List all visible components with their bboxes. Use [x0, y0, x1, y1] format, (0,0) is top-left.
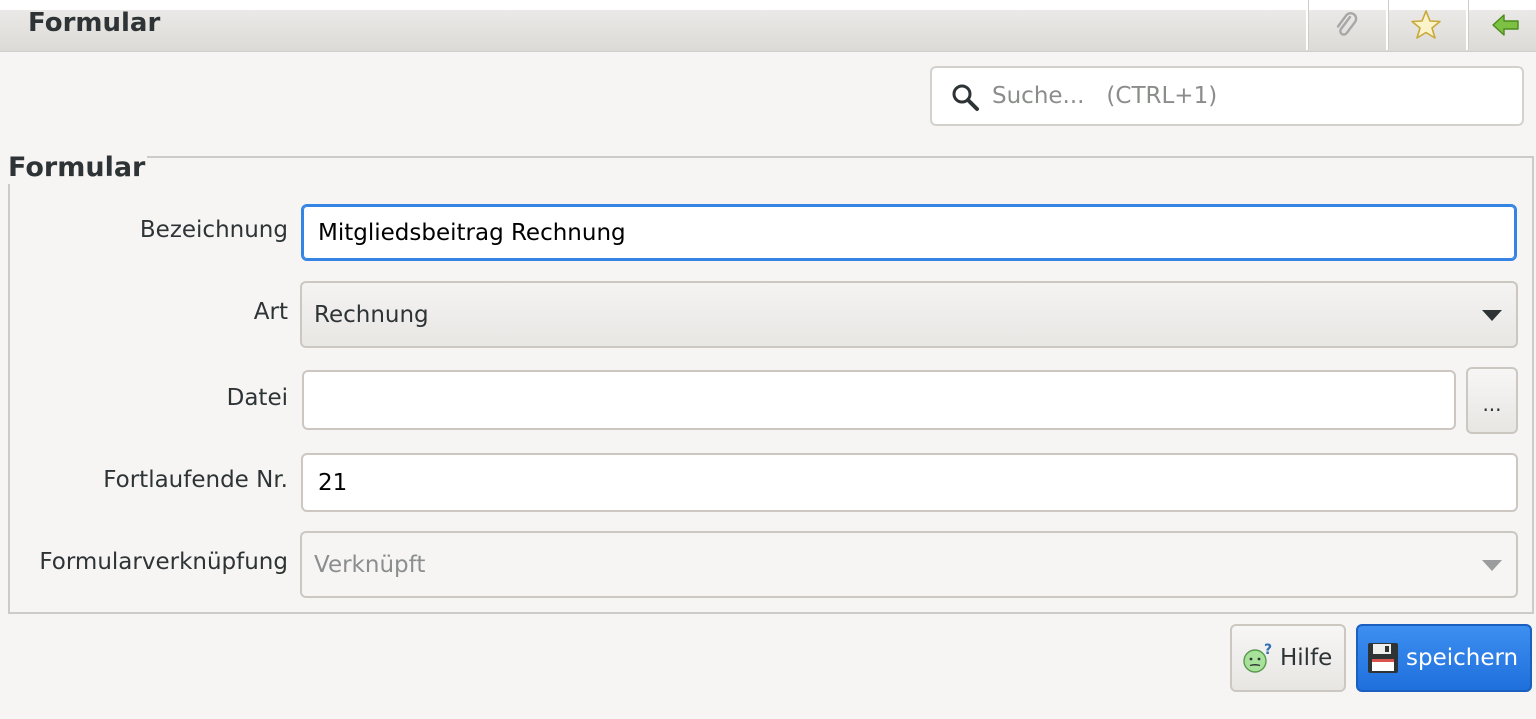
title-bar: Formular [0, 0, 1536, 52]
floppy-disk-icon [1368, 643, 1398, 673]
save-button-label: speichern [1406, 645, 1519, 671]
formularverknuepfung-dropdown: Verknüpft [300, 531, 1518, 598]
back-button[interactable] [1466, 0, 1536, 50]
paperclip-icon [1336, 12, 1358, 36]
search-box[interactable] [930, 66, 1524, 126]
fortlaufende-nr-label: Fortlaufende Nr. [103, 467, 288, 493]
bezeichnung-input[interactable]: Mitgliedsbeitrag Rechnung [301, 204, 1517, 261]
save-button[interactable]: speichern [1356, 624, 1532, 692]
help-button-label: Hilfe [1280, 645, 1333, 671]
art-dropdown[interactable]: Rechnung [300, 281, 1518, 348]
search-input[interactable] [990, 76, 1510, 116]
search-icon [952, 84, 979, 111]
window-title: Formular [28, 8, 161, 38]
form-group-title: Formular [8, 152, 148, 184]
datei-input[interactable] [302, 370, 1456, 430]
fortlaufende-nr-input[interactable]: 21 [301, 453, 1518, 512]
browse-file-button[interactable]: ... [1466, 367, 1518, 434]
chevron-down-icon [1482, 309, 1502, 321]
svg-text:?: ? [1264, 642, 1272, 658]
formularverknuepfung-label: Formularverknüpfung [39, 549, 288, 575]
back-arrow-icon [1492, 14, 1519, 36]
star-icon [1411, 10, 1441, 39]
attachment-button[interactable] [1306, 0, 1384, 50]
formularverknuepfung-selected-value: Verknüpft [314, 551, 426, 578]
bezeichnung-label: Bezeichnung [139, 217, 288, 243]
art-selected-value: Rechnung [314, 301, 429, 328]
help-face-icon: ? [1243, 642, 1272, 673]
datei-label: Datei [226, 385, 288, 411]
chevron-down-icon [1482, 559, 1502, 571]
bookmark-button[interactable] [1386, 0, 1464, 50]
help-button[interactable]: ? Hilfe [1230, 624, 1346, 692]
art-label: Art [253, 299, 288, 325]
